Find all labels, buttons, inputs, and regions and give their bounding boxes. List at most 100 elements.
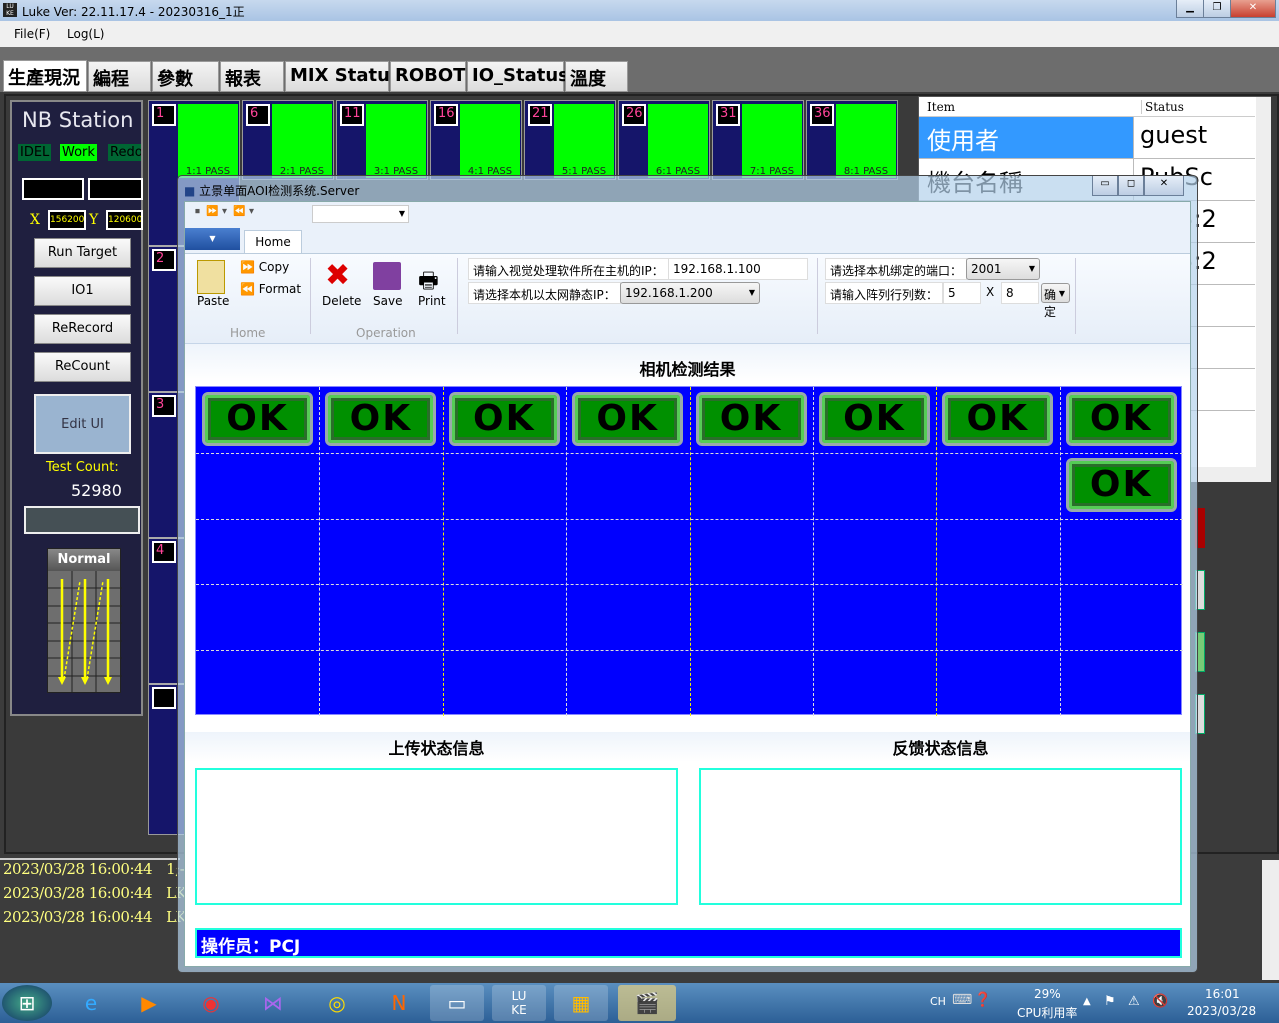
help-icon[interactable]: ❓ bbox=[974, 992, 991, 1008]
cols-input[interactable]: 8 bbox=[1001, 282, 1039, 304]
grid-line bbox=[196, 518, 1183, 520]
station-pass-cell[interactable]: 8:1 PASS bbox=[836, 104, 896, 178]
luke-app-icon[interactable]: LU KE bbox=[492, 985, 546, 1021]
tab-programming[interactable]: 編程 bbox=[88, 61, 151, 92]
tab-mix-status[interactable]: MIX Status bbox=[285, 61, 401, 92]
vision-ip-input[interactable]: 192.168.1.100 bbox=[668, 258, 808, 280]
action-center-icon[interactable]: ⚑ bbox=[1104, 994, 1116, 1009]
header-status: Status bbox=[1141, 100, 1184, 114]
clock-time[interactable]: 16:01 bbox=[1205, 987, 1240, 1001]
media-player-icon[interactable]: ▶ bbox=[122, 985, 176, 1021]
status-box-2 bbox=[88, 178, 143, 200]
volume-muted-icon[interactable]: 🔇 bbox=[1152, 994, 1168, 1009]
grid-line bbox=[812, 387, 814, 716]
show-hidden-icons[interactable]: ▲ bbox=[1083, 996, 1091, 1007]
language-indicator[interactable]: CH bbox=[930, 995, 946, 1008]
ok-result-cell[interactable]: OK bbox=[1065, 392, 1177, 446]
network-warning-icon[interactable]: ⚠ bbox=[1128, 994, 1140, 1009]
maximize-button[interactable]: ❐ bbox=[1203, 0, 1231, 18]
tab-robot[interactable]: ROBOT bbox=[390, 61, 466, 92]
confirm-button[interactable]: 确定 bbox=[1041, 283, 1070, 319]
menu-log[interactable]: Log(L) bbox=[67, 27, 104, 41]
station-pass-cell[interactable]: 3:1 PASS bbox=[366, 104, 426, 178]
result-title: 相机检测结果 bbox=[639, 360, 736, 379]
start-button[interactable]: ⊞ bbox=[2, 985, 52, 1021]
ok-result-cell[interactable]: OK bbox=[202, 392, 313, 446]
delete-button[interactable]: Delete bbox=[322, 294, 361, 308]
y-value: 120600 bbox=[106, 210, 143, 230]
rewind-icon[interactable]: ⏪ bbox=[233, 206, 245, 217]
ie-icon[interactable]: e bbox=[64, 985, 118, 1021]
ok-result-cell[interactable]: OK bbox=[818, 392, 930, 446]
port-select[interactable]: 2001 bbox=[966, 258, 1040, 280]
table-scrollbar[interactable] bbox=[1256, 97, 1271, 467]
grid-line bbox=[319, 387, 321, 716]
ok-label: OK bbox=[951, 401, 1045, 437]
cpu-percent: 29% bbox=[1034, 987, 1061, 1001]
dialog-minimize-button[interactable]: ▭ bbox=[1092, 176, 1118, 196]
close-button[interactable]: ✕ bbox=[1230, 0, 1276, 18]
forward-icon[interactable]: ⏩ bbox=[206, 206, 218, 217]
ok-result-cell[interactable]: OK bbox=[572, 392, 684, 446]
ok-label: OK bbox=[457, 401, 551, 437]
tab-production[interactable]: 生產現況 bbox=[3, 60, 87, 92]
table-row[interactable]: 使用者 guest bbox=[919, 117, 1255, 159]
copy-button[interactable]: ⏩ Copy bbox=[240, 260, 289, 274]
recount-button[interactable]: ReCount bbox=[34, 352, 131, 382]
app-logo-icon: LU KE bbox=[3, 3, 17, 17]
cpu-label: CPU利用率 bbox=[1017, 1006, 1078, 1020]
print-button[interactable]: Print bbox=[418, 294, 446, 308]
application-menu-button[interactable]: ▼ bbox=[185, 228, 240, 250]
save-button[interactable]: Save bbox=[373, 294, 402, 308]
quick-combo[interactable]: ▼ bbox=[312, 205, 409, 223]
ribbon-tab-home[interactable]: Home bbox=[244, 230, 302, 254]
format-button[interactable]: ⏪ Format bbox=[240, 282, 301, 296]
paste-button[interactable]: Paste bbox=[197, 294, 229, 308]
ok-result-cell[interactable]: OK bbox=[695, 392, 807, 446]
tab-parameters[interactable]: 參數 bbox=[152, 61, 219, 92]
ok-result-cell[interactable]: OK bbox=[1065, 457, 1177, 512]
keyboard-icon[interactable]: ⌨ bbox=[952, 992, 972, 1008]
visual-studio-icon[interactable]: ⋈ bbox=[246, 985, 300, 1021]
station-pass-cell[interactable]: 2:1 PASS bbox=[272, 104, 332, 178]
tab-io-status[interactable]: IO_Status bbox=[467, 61, 569, 92]
edit-ui-button[interactable]: Edit UI bbox=[34, 394, 131, 454]
station-pass-cell[interactable]: 1:1 PASS bbox=[178, 104, 238, 178]
dialog-maximize-button[interactable]: ◻ bbox=[1118, 176, 1144, 196]
chrome-icon[interactable]: ◉ bbox=[184, 985, 238, 1021]
home-group-label: Home bbox=[230, 326, 266, 340]
ok-result-cell[interactable]: OK bbox=[448, 392, 560, 446]
aoi-app-icon[interactable]: 🎬 bbox=[618, 985, 676, 1021]
ok-result-cell[interactable]: OK bbox=[942, 392, 1054, 446]
station-column: 21 5:1 PASS bbox=[524, 100, 616, 180]
nvs-icon[interactable]: N bbox=[372, 985, 426, 1021]
grid-line bbox=[442, 387, 444, 716]
windows-app-icon[interactable]: ▦ bbox=[554, 985, 608, 1021]
station-number: 26 bbox=[622, 104, 646, 126]
status-bar bbox=[24, 506, 140, 534]
rows-input[interactable]: 5 bbox=[943, 282, 981, 304]
stop-icon[interactable]: ⏹ bbox=[195, 206, 200, 217]
menu-file[interactable]: File(F) bbox=[14, 27, 50, 41]
rerecord-button[interactable]: ReRecord bbox=[34, 314, 131, 344]
monitor-app-icon[interactable]: ▭ bbox=[430, 985, 484, 1021]
state-idle: IDEL bbox=[18, 144, 52, 161]
clock-date[interactable]: 2023/03/28 bbox=[1187, 1004, 1256, 1018]
station-pass-cell[interactable]: 7:1 PASS bbox=[742, 104, 802, 178]
dialog-close-button[interactable]: ✕ bbox=[1144, 176, 1184, 196]
dialog-title: 立景单面AOI检测系统.Server bbox=[199, 184, 360, 198]
window-title: Luke Ver: 22.11.17.4 - 20230316_1正 bbox=[22, 5, 245, 19]
minimize-button[interactable]: ▁ bbox=[1176, 0, 1204, 18]
run-target-button[interactable]: Run Target bbox=[34, 238, 131, 268]
station-pass-cell[interactable]: 4:1 PASS bbox=[460, 104, 520, 178]
station-pass-cell[interactable]: 6:1 PASS bbox=[648, 104, 708, 178]
io1-button[interactable]: IO1 bbox=[34, 276, 131, 306]
tab-temperature[interactable]: 溫度 bbox=[565, 61, 628, 92]
station-pass-cell[interactable]: 5:1 PASS bbox=[554, 104, 614, 178]
local-ip-select[interactable]: 192.168.1.200 bbox=[620, 282, 760, 304]
ok-result-cell[interactable]: OK bbox=[325, 392, 437, 446]
log-scrollbar[interactable] bbox=[1262, 860, 1279, 980]
mode-label: Normal bbox=[48, 549, 120, 571]
camera-app-icon[interactable]: ◎ bbox=[310, 985, 364, 1021]
tab-reports[interactable]: 報表 bbox=[220, 61, 284, 92]
